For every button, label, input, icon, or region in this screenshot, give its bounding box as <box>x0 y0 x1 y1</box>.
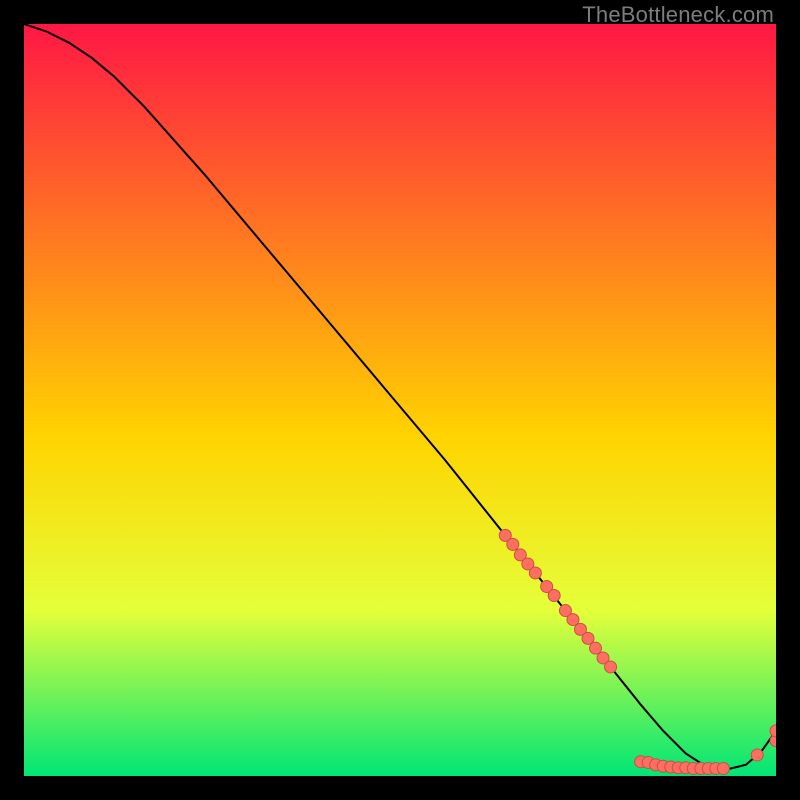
data-point <box>751 749 763 761</box>
data-point <box>529 567 541 579</box>
data-point <box>605 661 617 673</box>
bottleneck-chart <box>24 24 776 776</box>
data-point <box>507 538 519 550</box>
plot-area <box>24 24 776 776</box>
data-point <box>548 590 560 602</box>
chart-frame: TheBottleneck.com <box>0 0 800 800</box>
gradient-background <box>24 24 776 776</box>
data-point <box>717 762 729 774</box>
